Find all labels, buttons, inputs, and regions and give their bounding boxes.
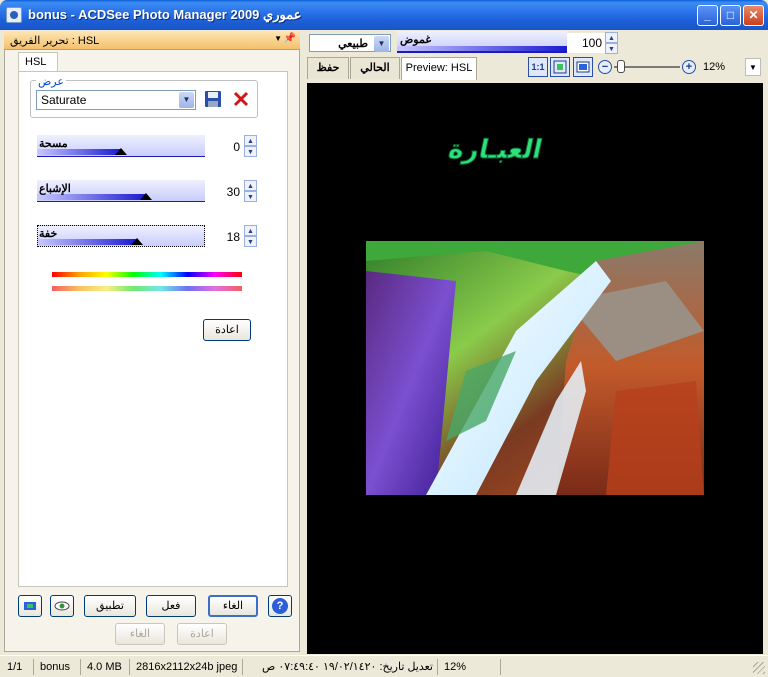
chevron-down-icon[interactable]: ▼	[374, 36, 389, 52]
window-title: bonus - ACDSee Photo Manager 2009 عموري	[28, 7, 302, 22]
zoom-out-icon[interactable]: −	[598, 60, 612, 74]
pin-icon[interactable]: 📌	[284, 33, 296, 44]
status-zoom: 12%	[441, 659, 501, 675]
opacity-slider-fill	[397, 46, 567, 51]
opacity-slider[interactable]: غموض	[397, 31, 567, 53]
spin-down-icon[interactable]: ▼	[244, 236, 257, 247]
lightness-label: خفة	[39, 228, 58, 240]
zoom-level: 12%	[703, 61, 726, 73]
edit-panel-title: تحرير الفريق : HSL	[10, 35, 100, 47]
lightness-spinner[interactable]: ▲ ▼	[244, 225, 257, 247]
hue-value[interactable]: 0	[207, 137, 243, 157]
maximize-button[interactable]: □	[720, 5, 741, 26]
reset-button[interactable]: اعادة	[203, 319, 251, 341]
close-button[interactable]: ✕	[743, 5, 764, 26]
resize-grip[interactable]	[753, 662, 765, 674]
opacity-value[interactable]: 100	[567, 33, 605, 53]
apply-button[interactable]: تطبيق	[84, 595, 136, 617]
overlay-text-graphic: العبـارة	[445, 135, 545, 166]
eye-icon	[54, 601, 70, 611]
adjusted-hue-spectrum	[52, 286, 242, 291]
help-icon: ?	[272, 598, 288, 614]
tab-hsl[interactable]: HSL	[18, 52, 58, 72]
hue-slider[interactable]: مسحة 0 ▲ ▼	[37, 135, 257, 159]
minimize-button[interactable]: _	[697, 5, 718, 26]
previous-image-button[interactable]	[18, 595, 42, 617]
panel-menu-icon[interactable]: ▼	[274, 34, 282, 43]
tab-current[interactable]: الحالي	[350, 57, 400, 79]
status-modified-date: تعديل تاريخ: ١٩/٠٢/١٤٢٠ ٠٧:٤٩:٤٠ ص	[246, 659, 438, 675]
spin-up-icon[interactable]: ▲	[244, 135, 257, 146]
preset-select[interactable]: Saturate ▼	[36, 90, 196, 110]
undo-button[interactable]: الغاء	[115, 623, 165, 645]
cancel-button[interactable]: الغاء	[208, 595, 258, 617]
lightness-slider[interactable]: خفة 18 ▲ ▼	[37, 225, 257, 249]
fit-window-button[interactable]	[573, 57, 593, 77]
status-image-count: 1/1	[4, 659, 34, 675]
spin-up-icon[interactable]: ▲	[244, 225, 257, 236]
zoom-menu-chevron-icon[interactable]: ▼	[745, 58, 761, 76]
tab-preview-hsl[interactable]: Preview: HSL	[401, 57, 477, 80]
floppy-icon	[205, 91, 221, 107]
image-nav-icon	[24, 602, 36, 610]
compare-button[interactable]	[50, 595, 74, 617]
lightness-slider-track[interactable]	[37, 225, 205, 247]
delete-x-icon	[233, 91, 249, 107]
saturation-label: الإشباع	[39, 183, 71, 195]
fit-window-icon	[576, 61, 590, 73]
fit-image-icon	[553, 60, 567, 74]
app-icon	[6, 7, 22, 23]
original-hue-spectrum	[52, 272, 242, 277]
save-preset-button[interactable]	[203, 90, 223, 110]
saturation-slider[interactable]: الإشباع 30 ▲ ▼	[37, 180, 257, 204]
edit-panel-header: تحرير الفريق : HSL ▼ 📌	[4, 32, 300, 50]
tab-save[interactable]: حفظ	[307, 57, 349, 79]
opacity-spinner[interactable]: ▲ ▼	[605, 32, 618, 54]
preset-value: Saturate	[41, 93, 87, 107]
spin-down-icon[interactable]: ▼	[244, 146, 257, 157]
preset-group-label: عرض	[36, 75, 66, 88]
opacity-label: غموض	[400, 34, 432, 46]
preview-photo	[366, 241, 704, 495]
saturation-spinner[interactable]: ▲ ▼	[244, 180, 257, 202]
status-file-size: 4.0 MB	[84, 659, 130, 675]
status-dimensions: 2816x2112x24b jpeg	[133, 659, 243, 675]
status-bar: 1/1 bonus 4.0 MB 2816x2112x24b jpeg تعدي…	[0, 655, 768, 677]
blend-mode-select[interactable]: طبيعي ▼	[309, 34, 391, 52]
hue-spinner[interactable]: ▲ ▼	[244, 135, 257, 157]
done-button[interactable]: فعل	[146, 595, 196, 617]
lightness-value[interactable]: 18	[207, 227, 243, 247]
status-file-name: bonus	[37, 659, 81, 675]
overlay-text-label: العبـارة	[446, 135, 545, 165]
saturation-value[interactable]: 30	[207, 182, 243, 202]
redo-button[interactable]: اعادة	[177, 623, 227, 645]
lightness-slider-thumb[interactable]	[131, 238, 143, 245]
fit-image-button[interactable]	[550, 57, 570, 77]
saturation-slider-thumb[interactable]	[140, 193, 152, 200]
spin-up-icon[interactable]: ▲	[244, 180, 257, 191]
spin-down-icon[interactable]: ▼	[605, 43, 618, 54]
help-button[interactable]: ?	[268, 595, 292, 617]
delete-preset-button[interactable]	[231, 90, 251, 110]
actual-size-button[interactable]: 1:1	[528, 57, 548, 77]
hue-slider-thumb[interactable]	[115, 148, 127, 155]
spin-down-icon[interactable]: ▼	[244, 191, 257, 202]
zoom-slider-thumb[interactable]	[617, 60, 625, 73]
chevron-down-icon[interactable]: ▼	[179, 92, 194, 108]
spin-up-icon[interactable]: ▲	[605, 32, 618, 43]
blend-mode-value: طبيعي	[338, 38, 368, 50]
zoom-in-icon[interactable]: +	[682, 60, 696, 74]
hue-label: مسحة	[39, 138, 68, 150]
title-bar: bonus - ACDSee Photo Manager 2009 عموري …	[0, 0, 768, 30]
